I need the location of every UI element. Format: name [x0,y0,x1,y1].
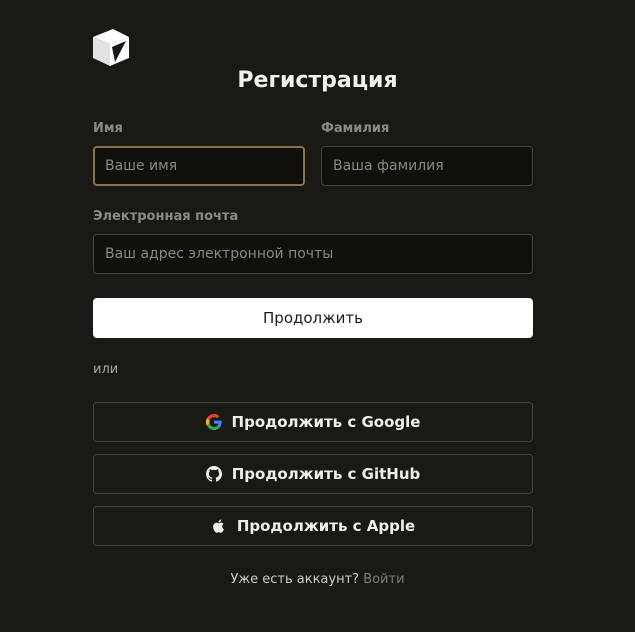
apple-icon [211,518,227,534]
first-name-field[interactable] [93,146,305,186]
google-icon [205,414,222,430]
last-name-label: Фамилия [321,121,390,136]
login-prompt-text: Уже есть аккаунт? [230,572,360,587]
google-signin-label: Продолжить с Google [231,413,421,431]
last-name-field[interactable] [321,146,533,186]
or-divider-label: или [93,362,119,377]
github-signin-label: Продолжить с GitHub [231,465,421,483]
github-icon [205,466,222,482]
first-name-label: Имя [93,121,123,136]
cube-logo-icon [93,29,129,66]
login-prompt: Уже есть аккаунт? Войти [0,572,635,587]
github-signin-button[interactable]: Продолжить с GitHub [93,454,533,494]
email-field[interactable] [93,234,533,274]
login-link[interactable]: Войти [363,572,404,587]
google-signin-button[interactable]: Продолжить с Google [93,402,533,442]
continue-button-label: Продолжить [263,309,363,327]
apple-signin-button[interactable]: Продолжить с Apple [93,506,533,546]
apple-signin-label: Продолжить с Apple [236,517,416,535]
email-label: Электронная почта [93,209,239,224]
page-title: Регистрация [237,68,398,93]
continue-button[interactable]: Продолжить [93,298,533,338]
